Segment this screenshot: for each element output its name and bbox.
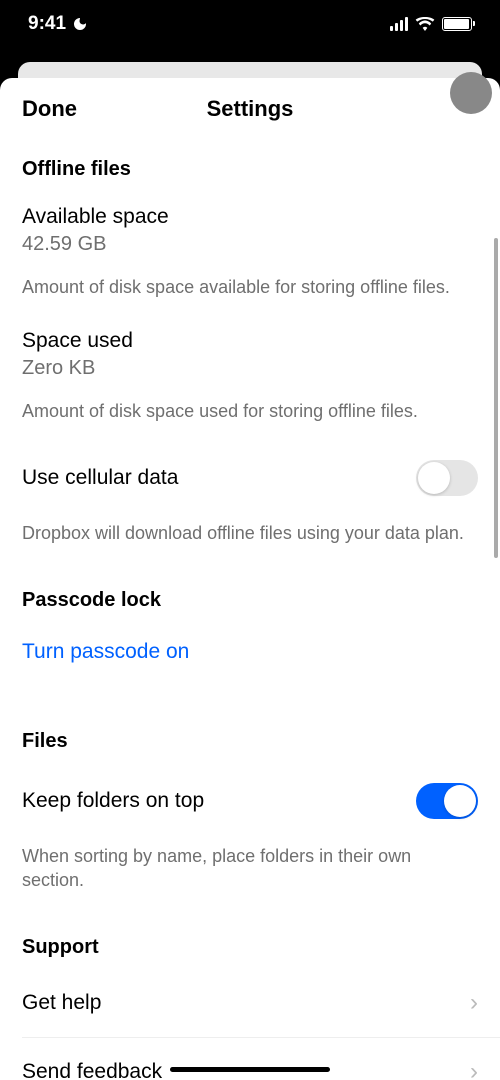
- status-time: 9:41: [28, 13, 66, 35]
- section-header-files: Files: [0, 682, 500, 763]
- battery-icon: [442, 17, 472, 31]
- do-not-disturb-icon: [72, 16, 88, 32]
- keep-folders-row[interactable]: Keep folders on top: [0, 763, 500, 831]
- section-header-passcode: Passcode lock: [0, 561, 500, 622]
- settings-sheet: Done Settings Offline files Available sp…: [0, 78, 500, 1080]
- available-space-value: 42.59 GB: [22, 233, 478, 256]
- chevron-right-icon: ›: [470, 989, 478, 1017]
- settings-content[interactable]: Offline files Available space 42.59 GB A…: [0, 140, 500, 1080]
- scroll-indicator[interactable]: [494, 238, 498, 558]
- keep-folders-description: When sorting by name, place folders in t…: [0, 831, 500, 908]
- cellular-data-row[interactable]: Use cellular data: [0, 440, 500, 508]
- cellular-data-description: Dropbox will download offline files usin…: [0, 508, 500, 561]
- keep-folders-toggle[interactable]: [416, 783, 478, 819]
- space-used-label: Space used: [22, 329, 478, 353]
- toggle-knob: [444, 785, 476, 817]
- page-title: Settings: [207, 96, 294, 122]
- cellular-data-toggle[interactable]: [416, 460, 478, 496]
- toggle-knob: [418, 462, 450, 494]
- send-feedback-row[interactable]: Send feedback ›: [0, 1038, 500, 1080]
- available-space-description: Amount of disk space available for stori…: [0, 262, 500, 315]
- space-used-description: Amount of disk space used for storing of…: [0, 386, 500, 439]
- status-bar: 9:41: [0, 0, 500, 48]
- available-space-row[interactable]: Available space 42.59 GB: [0, 191, 500, 262]
- keep-folders-label: Keep folders on top: [22, 789, 416, 813]
- get-help-label: Get help: [22, 991, 470, 1015]
- wifi-icon: [415, 17, 435, 31]
- available-space-label: Available space: [22, 205, 478, 229]
- nav-header: Done Settings: [0, 78, 500, 140]
- done-button[interactable]: Done: [22, 96, 77, 122]
- avatar[interactable]: [450, 72, 492, 114]
- cellular-signal-icon: [390, 17, 408, 31]
- turn-passcode-on-link[interactable]: Turn passcode on: [0, 622, 500, 682]
- cellular-data-label: Use cellular data: [22, 466, 416, 490]
- home-indicator[interactable]: [170, 1067, 330, 1072]
- section-header-support: Support: [0, 908, 500, 969]
- space-used-value: Zero KB: [22, 357, 478, 380]
- section-header-offline: Offline files: [0, 140, 500, 191]
- chevron-right-icon: ›: [470, 1058, 478, 1080]
- get-help-row[interactable]: Get help ›: [0, 969, 500, 1037]
- space-used-row[interactable]: Space used Zero KB: [0, 315, 500, 386]
